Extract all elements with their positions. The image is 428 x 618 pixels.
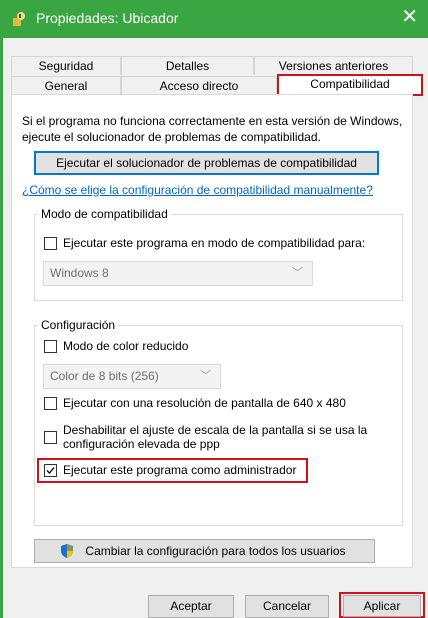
compat-mode-checkbox[interactable] (44, 237, 57, 250)
dpi-scaling-label-line2: configuración elevada de ppp (63, 437, 220, 451)
uac-shield-icon (61, 544, 73, 558)
color-depth-value: Color de 8 bits (256) (50, 369, 159, 383)
resolution-checkbox[interactable] (44, 397, 57, 410)
change-all-users-label: Cambiar la configuración para todos los … (85, 544, 346, 558)
manual-config-link[interactable]: ¿Cómo se elige la configuración de compa… (22, 183, 373, 197)
dpi-scaling-checkbox[interactable] (44, 431, 57, 444)
color-depth-select[interactable]: Color de 8 bits (256) ﹀ (43, 364, 221, 389)
reduced-color-label: Modo de color reducido (63, 339, 189, 353)
compat-mode-group (34, 214, 403, 301)
chevron-down-icon: ﹀ (292, 267, 303, 279)
window-title: Propiedades: Ubicador (36, 10, 179, 26)
os-version-value: Windows 8 (50, 266, 109, 280)
compat-mode-label: Ejecutar este programa en modo de compat… (63, 236, 366, 250)
dpi-scaling-label-line1: Deshabilitar el ajuste de escala de la p… (63, 423, 368, 437)
close-icon[interactable]: ✕ (401, 7, 418, 27)
change-all-users-button[interactable]: Cambiar la configuración para todos los … (34, 539, 375, 563)
compat-mode-title: Modo de compatibilidad (38, 207, 171, 221)
tab-versiones-anteriores[interactable]: Versiones anteriores (254, 56, 413, 75)
tab-acceso-directo[interactable]: Acceso directo (121, 76, 277, 95)
resolution-label: Ejecutar con una resolución de pantalla … (63, 396, 346, 410)
tab-row-front: General Acceso directo Compatibilidad (11, 74, 423, 96)
checkmark-icon (46, 467, 55, 474)
settings-title: Configuración (38, 318, 119, 332)
tab-detalles[interactable]: Detalles (121, 56, 254, 75)
chevron-down-icon: ﹀ (200, 370, 211, 382)
ok-button[interactable]: Aceptar (148, 595, 234, 618)
run-as-admin-label: Ejecutar este programa como administrado… (63, 463, 297, 477)
cancel-button[interactable]: Cancelar (245, 595, 329, 618)
tab-compatibilidad[interactable]: Compatibilidad (277, 74, 423, 96)
run-troubleshooter-button[interactable]: Ejecutar el solucionador de problemas de… (34, 151, 379, 175)
apply-button[interactable]: Aplicar (343, 595, 421, 617)
title-bar[interactable]: Propiedades: Ubicador ✕ (3, 0, 428, 38)
properties-window: Propiedades: Ubicador ✕ Seguridad Detall… (0, 0, 428, 618)
reduced-color-checkbox[interactable] (44, 340, 57, 353)
run-as-admin-checkbox[interactable] (44, 464, 57, 477)
os-version-select[interactable]: Windows 8 ﹀ (43, 261, 313, 286)
tab-general[interactable]: General (11, 76, 121, 95)
tab-seguridad[interactable]: Seguridad (11, 56, 121, 75)
program-icon (13, 12, 25, 26)
window-edge (0, 0, 3, 618)
intro-text: Si el programa no funciona correctamente… (22, 114, 403, 144)
tab-row-back: Seguridad Detalles Versiones anteriores (11, 56, 413, 75)
